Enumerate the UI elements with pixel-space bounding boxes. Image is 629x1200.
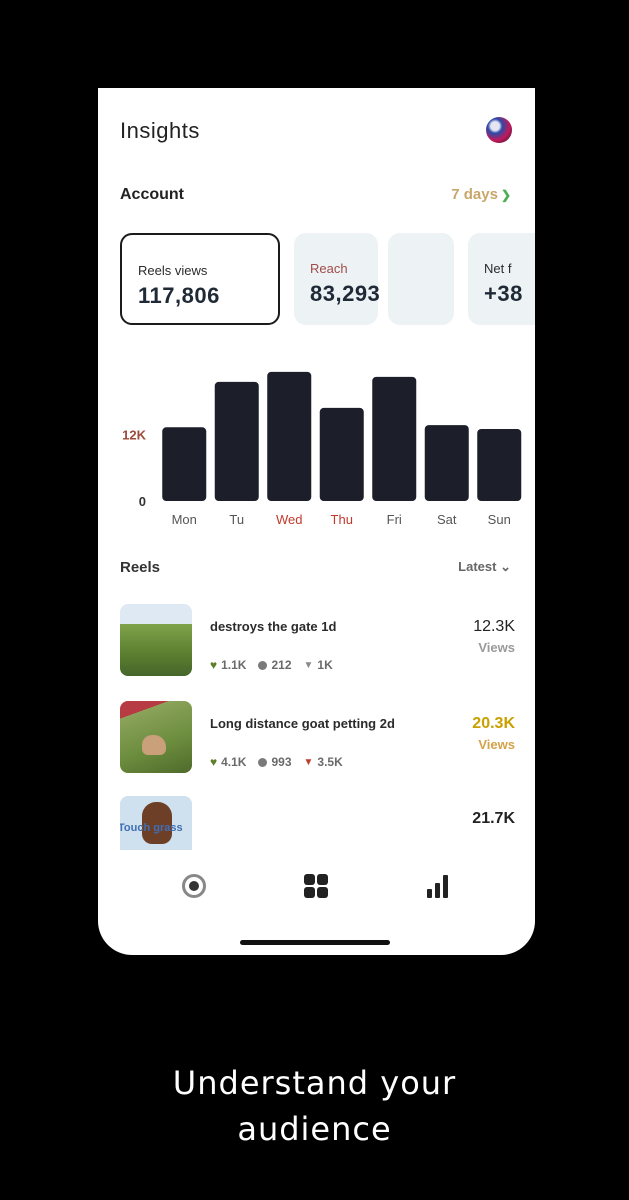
metric-value: +38 [484, 281, 523, 306]
chevron-down-icon: ❯ [500, 187, 511, 202]
bar-mon[interactable] [162, 427, 207, 501]
x-tick-label: Wed [276, 512, 303, 527]
tab-reels[interactable] [180, 872, 208, 900]
comment-icon [258, 757, 268, 767]
chevron-down-icon: ⌄ [500, 559, 511, 574]
bar-sun[interactable] [477, 428, 522, 501]
comments-count: 993 [271, 755, 292, 769]
y-tick-label: 12K [122, 428, 146, 443]
thumbnail-caption: Touch grass [120, 822, 183, 834]
bar-sat[interactable] [424, 425, 469, 501]
reels-section-label: Reels [120, 559, 161, 576]
account-section-label: Account [120, 186, 184, 203]
phone-screen: Insights Account 7 days ❯ Reels views 11… [98, 88, 535, 955]
metric-label: Reels views [138, 263, 208, 278]
bar-wed[interactable] [267, 371, 312, 501]
tagline-line-1: Understand your [172, 1064, 457, 1102]
reel-views-label: Views [478, 737, 515, 752]
circle-dot-icon [182, 874, 206, 898]
likes-count: 1.1K [221, 658, 247, 672]
metric-card-reels-views[interactable]: Reels views 117,806 [120, 233, 280, 325]
reel-thumbnail [120, 701, 192, 773]
reel-title: destroys the gate 1d [210, 619, 337, 634]
views-bar-chart: 12K 0 Mon Tu Wed Thu Fri Sat Sun [122, 371, 522, 527]
bar-chart-icon [427, 875, 448, 898]
metric-card-reach[interactable]: Reach 83,293 [294, 233, 381, 325]
share-icon: ▼ [303, 756, 314, 768]
reel-thumbnail: Touch grass [120, 796, 192, 850]
tab-grid[interactable] [302, 872, 330, 900]
heart-icon: ♥ [210, 658, 218, 672]
reels-sort-dropdown[interactable]: Latest ⌄ [458, 559, 511, 575]
bar-tu[interactable] [214, 381, 259, 501]
reel-row-3[interactable]: Touch grass 21.7K [120, 796, 515, 850]
date-range-label: 7 days [451, 186, 498, 203]
comments-count: 212 [271, 658, 292, 672]
x-tick-label: Sat [437, 512, 457, 527]
reel-row-2[interactable]: Long distance goat petting 2d ♥ 4.1K 993 … [120, 701, 515, 777]
metric-label: Net f [484, 261, 512, 276]
comment-icon [258, 660, 268, 670]
bottom-tab-bar [98, 860, 535, 910]
marketing-tagline: Understand your audience [0, 1060, 629, 1152]
reel-views-count: 21.7K [472, 810, 515, 827]
metric-value: 83,293 [310, 281, 381, 306]
x-tick-label: Thu [331, 512, 353, 527]
date-range-dropdown[interactable]: 7 days ❯ [451, 186, 511, 203]
reel-stats: ♥ 1.1K 212 ▼ 1K [210, 658, 333, 672]
bar-fri[interactable] [372, 376, 417, 501]
bar-thu[interactable] [319, 407, 364, 501]
page-title: Insights [120, 118, 200, 143]
avatar[interactable] [486, 117, 512, 143]
reel-title: Long distance goat petting 2d [210, 716, 395, 731]
shares-count: 3.5K [317, 755, 343, 769]
metric-value: 117,806 [138, 283, 220, 308]
grid-icon [304, 874, 328, 898]
metric-cards: Reels views 117,806 Reach 83,293 Net f +… [120, 233, 535, 329]
y-tick-label: 0 [139, 494, 146, 509]
sort-label: Latest [458, 559, 497, 574]
tab-insights[interactable] [424, 872, 452, 900]
home-indicator [240, 940, 390, 945]
x-tick-label: Fri [387, 512, 402, 527]
reel-views-label: Views [478, 640, 515, 655]
goat-image [142, 735, 166, 755]
tagline-line-2: audience [237, 1110, 392, 1148]
x-tick-label: Tu [229, 512, 244, 527]
reel-views-count: 12.3K [473, 618, 515, 635]
metric-card-blank[interactable] [388, 233, 454, 325]
reel-stats: ♥ 4.1K 993 ▼ 3.5K [210, 755, 343, 769]
reel-views-count: 20.3K [472, 715, 515, 732]
likes-count: 4.1K [221, 755, 247, 769]
x-tick-label: Mon [172, 512, 197, 527]
shares-count: 1K [317, 658, 333, 672]
reel-thumbnail [120, 604, 192, 676]
metric-label: Reach [310, 261, 348, 276]
reel-row-1[interactable]: destroys the gate 1d ♥ 1.1K 212 ▼ 1K 12.3K… [120, 604, 515, 680]
heart-icon: ♥ [210, 755, 218, 769]
share-icon: ▼ [303, 659, 314, 671]
metric-card-net-followers[interactable]: Net f +38 [468, 233, 535, 325]
x-tick-label: Sun [488, 512, 511, 527]
